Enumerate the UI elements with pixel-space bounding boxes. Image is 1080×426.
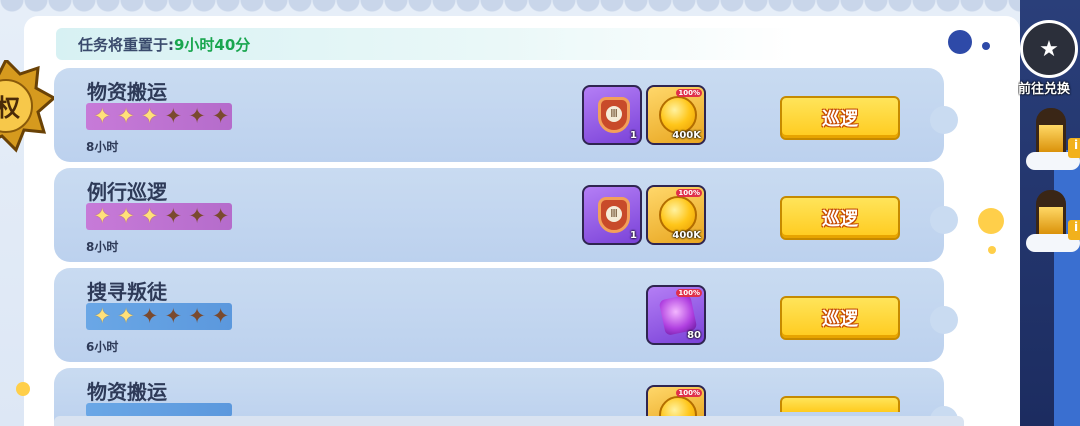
difficulty-stars xyxy=(86,403,232,417)
star-empty-icon: ✦ xyxy=(164,304,183,328)
pillar-icon: Ⅲ xyxy=(606,106,622,122)
star-empty-icon: ✦ xyxy=(188,304,206,328)
pillar-icon: Ⅲ xyxy=(606,206,622,222)
star-empty-icon: ✦ xyxy=(164,104,183,128)
difficulty-stars: ✦ ✦ ✦ ✦ ✦ ✦ xyxy=(86,103,232,130)
lantern-icon[interactable]: i xyxy=(1026,108,1080,174)
star-filled-icon: ✦ xyxy=(117,104,135,128)
reward-chance: 100% xyxy=(676,89,702,97)
star-empty-icon: ✦ xyxy=(188,204,206,228)
task-list: 物资搬运 ✦ ✦ ✦ ✦ ✦ ✦ 8小时 Ⅲ 1 100% 400K 巡逻 例行… xyxy=(0,0,1080,426)
star-empty-icon: ✦ xyxy=(211,204,230,228)
exchange-ticket-icon[interactable]: ★ xyxy=(1020,20,1078,78)
reward-item[interactable]: Ⅲ 1 xyxy=(582,85,642,145)
patrol-button[interactable]: 巡逻 xyxy=(780,96,900,140)
patrol-button[interactable]: 巡逻 xyxy=(780,196,900,240)
task-duration: 8小时 xyxy=(86,140,119,154)
reward-quantity: 80 xyxy=(687,330,701,341)
list-bottom-edge xyxy=(54,416,964,426)
star-empty-icon: ✦ xyxy=(211,304,230,328)
star-empty-icon: ✦ xyxy=(164,204,183,228)
difficulty-stars: ✦ ✦ ✦ ✦ ✦ ✦ xyxy=(86,303,232,330)
reward-item[interactable]: 100% 400K xyxy=(646,185,706,245)
exchange-label[interactable]: 前往兑换 xyxy=(1018,78,1080,97)
patrol-button[interactable]: 巡逻 xyxy=(780,296,900,340)
reward-chance: 100% xyxy=(676,289,702,297)
patrol-button[interactable] xyxy=(780,396,900,412)
task-duration: 6小时 xyxy=(86,340,119,354)
info-icon[interactable]: i xyxy=(1068,220,1080,240)
task-name: 搜寻叛徒 xyxy=(87,280,167,304)
task-name: 物资搬运 xyxy=(87,380,167,404)
task-name: 物资搬运 xyxy=(87,80,167,104)
lantern-cap xyxy=(1036,190,1066,204)
task-name: 例行巡逻 xyxy=(87,180,167,204)
reward-quantity: 400K xyxy=(672,230,701,241)
reward-item[interactable]: 100% 80 xyxy=(646,285,706,345)
task-card: 例行巡逻 ✦ ✦ ✦ ✦ ✦ ✦ 8小时 Ⅲ 1 100% 400K 巡逻 xyxy=(54,168,958,262)
gold-coin-icon xyxy=(659,196,697,234)
reward-item[interactable]: Ⅲ 1 xyxy=(582,185,642,245)
star-empty-icon: ✦ xyxy=(211,104,230,128)
reward-chance: 100% xyxy=(676,189,702,197)
star-filled-icon: ✦ xyxy=(93,104,112,128)
star-filled-icon: ✦ xyxy=(140,204,159,228)
task-card: 物资搬运 ✦ ✦ ✦ ✦ ✦ ✦ 8小时 Ⅲ 1 100% 400K 巡逻 xyxy=(54,68,958,162)
difficulty-stars: ✦ ✦ ✦ ✦ ✦ ✦ xyxy=(86,203,232,230)
star-filled-icon: ✦ xyxy=(117,304,135,328)
star-filled-icon: ✦ xyxy=(117,204,135,228)
reward-chance: 100% xyxy=(676,389,702,397)
star-filled-icon: ✦ xyxy=(93,204,112,228)
gold-coin-icon xyxy=(659,96,697,134)
task-card: 搜寻叛徒 ✦ ✦ ✦ ✦ ✦ ✦ 6小时 100% 80 巡逻 xyxy=(54,268,958,362)
task-duration: 8小时 xyxy=(86,240,119,254)
star-empty-icon: ✦ xyxy=(140,304,159,328)
reward-quantity: 1 xyxy=(630,230,637,241)
star-empty-icon: ✦ xyxy=(188,104,206,128)
star-filled-icon: ✦ xyxy=(93,304,112,328)
reward-item[interactable]: 100% 400K xyxy=(646,85,706,145)
reward-quantity: 1 xyxy=(630,130,637,141)
lantern-icon[interactable]: i xyxy=(1026,190,1080,256)
lantern-cap xyxy=(1036,108,1066,122)
reward-quantity: 400K xyxy=(672,130,701,141)
info-icon[interactable]: i xyxy=(1068,138,1080,158)
star-filled-icon: ✦ xyxy=(140,104,159,128)
